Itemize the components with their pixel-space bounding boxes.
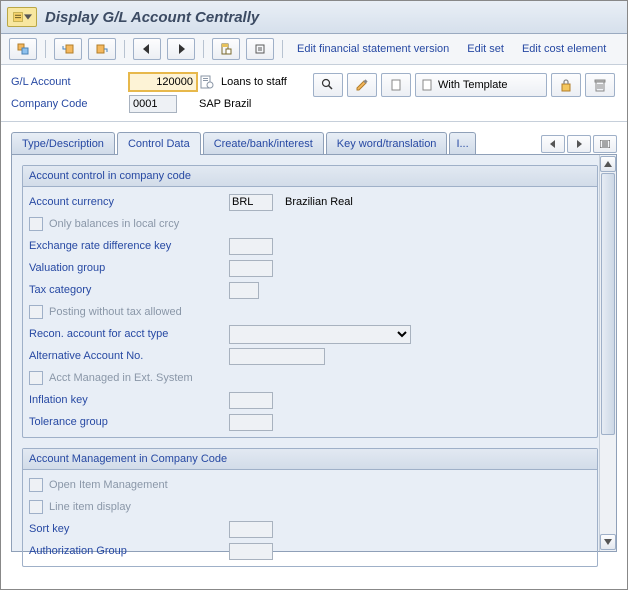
alternative-account-input[interactable] [229,348,325,365]
scrollbar[interactable] [599,155,616,551]
company-code-input[interactable] [129,95,177,113]
page-title: Display G/L Account Centrally [45,9,259,26]
authorization-group-label: Authorization Group [29,545,229,557]
tab-scroll-left-button[interactable] [541,135,565,153]
tolerance-group-label: Tolerance group [29,416,229,428]
exchange-rate-diff-label: Exchange rate difference key [29,240,229,252]
tab-scroll-right-button[interactable] [567,135,591,153]
sort-key-input[interactable] [229,521,273,538]
tax-category-input[interactable] [229,282,259,299]
gl-account-label: G/L Account [11,76,129,88]
recon-account-select[interactable] [229,325,411,344]
edit-set-link[interactable]: Edit set [461,43,510,55]
gl-account-desc: Loans to staff [221,76,287,88]
valuation-group-label: Valuation group [29,262,229,274]
with-template-label: With Template [438,79,508,91]
chevron-down-icon [24,12,32,22]
lock-button[interactable] [551,73,581,97]
line-item-checkbox [29,500,43,514]
company-code-desc: SAP Brazil [199,98,251,110]
edit-cost-link[interactable]: Edit cost element [516,43,612,55]
display-mode-button[interactable] [313,73,343,97]
posting-without-tax-label: Posting without tax allowed [49,306,182,318]
only-balances-checkbox [29,217,43,231]
change-mode-button[interactable] [347,73,377,97]
acct-ext-system-label: Acct Managed in Ext. System [49,372,193,384]
open-item-checkbox [29,478,43,492]
scrollbar-thumb[interactable] [601,173,615,435]
next-item-button[interactable] [167,38,195,60]
prev-item-button[interactable] [133,38,161,60]
group-account-control: Account control in company code Account … [22,165,598,438]
account-currency-desc: Brazilian Real [285,196,353,208]
account-currency-input[interactable] [229,194,273,211]
only-balances-label: Only balances in local crcy [49,218,179,230]
divider [1,121,627,122]
alternative-account-label: Alternative Account No. [29,350,229,362]
display-button[interactable] [212,38,240,60]
valuation-group-input[interactable] [229,260,273,277]
company-code-label: Company Code [11,98,129,110]
tab-keyword-translation[interactable]: Key word/translation [326,132,448,155]
scroll-down-button[interactable] [600,534,616,550]
exchange-rate-diff-input[interactable] [229,238,273,255]
inflation-key-input[interactable] [229,392,273,409]
menu-button[interactable] [7,7,37,27]
tax-category-label: Tax category [29,284,229,296]
recon-account-label: Recon. account for acct type [29,328,229,340]
separator [45,40,46,58]
gl-account-input[interactable] [129,73,197,91]
tab-control-data[interactable]: Control Data [117,132,201,155]
where-used-button[interactable] [246,38,274,60]
tolerance-group-input[interactable] [229,414,273,431]
account-currency-label: Account currency [29,196,229,208]
tab-list-button[interactable] [593,135,617,153]
inflation-key-label: Inflation key [29,394,229,406]
group-account-management: Account Management in Company Code Open … [22,448,598,567]
group-header: Account Management in Company Code [23,449,597,470]
authorization-group-input[interactable] [229,543,273,560]
delete-button[interactable] [585,73,615,97]
separator [203,40,204,58]
separator [124,40,125,58]
line-item-label: Line item display [49,501,131,513]
group-header: Account control in company code [23,166,597,187]
sort-key-label: Sort key [29,523,229,535]
acct-ext-system-checkbox [29,371,43,385]
edit-fsv-link[interactable]: Edit financial statement version [291,43,455,55]
prev-screen-button[interactable] [54,38,82,60]
scroll-up-button[interactable] [600,156,616,172]
tab-info[interactable]: I... [449,132,475,155]
other-object-button[interactable] [9,38,37,60]
next-screen-button[interactable] [88,38,116,60]
posting-without-tax-checkbox [29,305,43,319]
open-item-label: Open Item Management [49,479,168,491]
search-help-icon[interactable] [199,74,215,90]
tab-create-bank-interest[interactable]: Create/bank/interest [203,132,324,155]
separator [282,40,283,58]
create-button[interactable] [381,73,411,97]
create-with-template-button[interactable]: With Template [415,73,547,97]
tab-type-description[interactable]: Type/Description [11,132,115,155]
